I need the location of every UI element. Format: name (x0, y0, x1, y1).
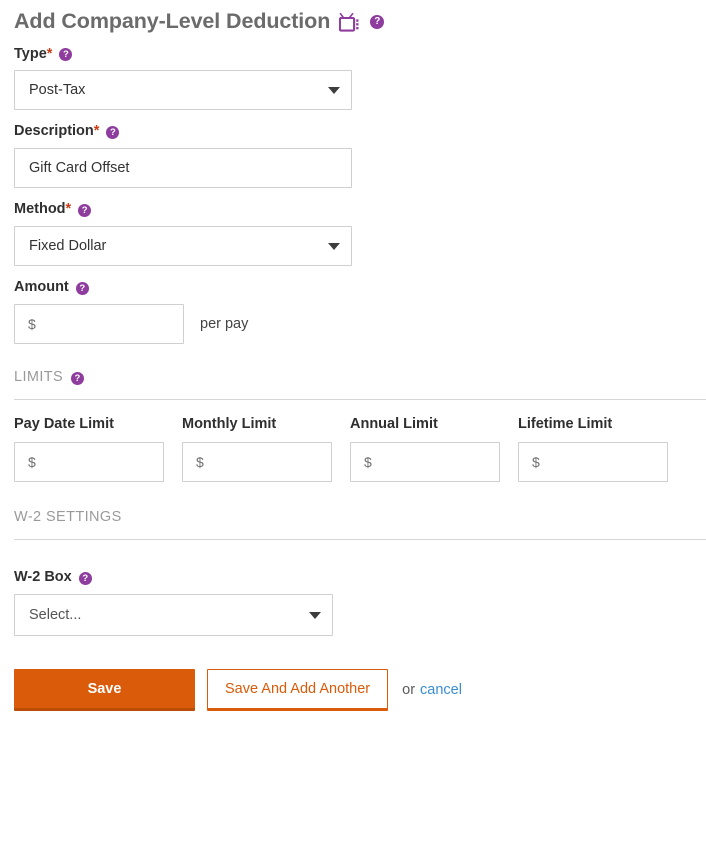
limits-section-header: LIMITS ? (14, 370, 706, 386)
w2-settings-section: W-2 SETTINGS W-2 Box ? Select... (14, 510, 706, 636)
type-help-icon[interactable]: ? (59, 48, 72, 61)
annual-limit-input[interactable]: $ (350, 442, 500, 482)
type-label: Type* ? (14, 47, 706, 63)
description-input-value: Gift Card Offset (29, 161, 129, 176)
or-label: or (402, 682, 415, 698)
monthly-limit-input[interactable]: $ (182, 442, 332, 482)
annual-limit-currency-symbol: $ (364, 454, 372, 470)
annual-limit-label: Annual Limit (350, 417, 500, 433)
method-label: Method* ? (14, 202, 706, 218)
amount-input[interactable]: $ (14, 304, 184, 344)
w2-divider (14, 539, 706, 540)
save-button[interactable]: Save (14, 669, 195, 711)
w2-box-help-icon[interactable]: ? (79, 572, 92, 585)
w2-box-select[interactable]: Select... (14, 594, 333, 636)
save-and-add-another-button[interactable]: Save And Add Another (207, 669, 388, 711)
chevron-down-icon (309, 612, 321, 619)
limit-field-lifetime: Lifetime Limit $ (518, 417, 668, 482)
field-amount: Amount ? $ per pay (14, 280, 706, 344)
pay-date-limit-currency-symbol: $ (28, 454, 36, 470)
type-select-value: Post-Tax (29, 83, 85, 98)
limits-section-title: LIMITS (14, 370, 63, 386)
form-actions: Save Save And Add Another or cancel (14, 669, 706, 711)
limits-section: LIMITS ? Pay Date Limit $ Monthly Limit … (14, 370, 706, 482)
type-label-text: Type* (14, 47, 52, 63)
type-select[interactable]: Post-Tax (14, 70, 352, 110)
description-label: Description* ? (14, 124, 706, 140)
description-input[interactable]: Gift Card Offset (14, 148, 352, 188)
w2-box-label: W-2 Box ? (14, 570, 706, 586)
limits-divider (14, 399, 706, 400)
method-help-icon[interactable]: ? (78, 204, 91, 217)
w2-box-label-text: W-2 Box (14, 570, 72, 586)
page-title: Add Company-Level Deduction ? (14, 11, 706, 33)
description-label-text: Description* (14, 124, 99, 140)
field-w2-box: W-2 Box ? Select... (14, 570, 706, 636)
pay-date-limit-input[interactable]: $ (14, 442, 164, 482)
w2-section-title: W-2 SETTINGS (14, 510, 122, 526)
amount-help-icon[interactable]: ? (76, 282, 89, 295)
deduction-form-page: Add Company-Level Deduction ? Type* ? Po… (0, 11, 706, 711)
amount-currency-symbol: $ (28, 316, 36, 332)
description-required-marker: * (94, 123, 100, 139)
description-help-icon[interactable]: ? (106, 126, 119, 139)
limit-field-pay-date: Pay Date Limit $ (14, 417, 164, 482)
method-required-marker: * (66, 201, 72, 217)
lifetime-limit-currency-symbol: $ (532, 454, 540, 470)
method-label-text: Method* (14, 202, 71, 218)
w2-box-select-value: Select... (29, 608, 81, 623)
lifetime-limit-label: Lifetime Limit (518, 417, 668, 433)
lifetime-limit-input[interactable]: $ (518, 442, 668, 482)
cancel-link[interactable]: cancel (420, 682, 462, 698)
method-select[interactable]: Fixed Dollar (14, 226, 352, 266)
amount-label: Amount ? (14, 280, 706, 296)
amount-label-text: Amount (14, 280, 69, 296)
field-method: Method* ? Fixed Dollar (14, 202, 706, 266)
pay-date-limit-label: Pay Date Limit (14, 417, 164, 433)
w2-section-header: W-2 SETTINGS (14, 510, 706, 526)
amount-suffix-label: per pay (200, 316, 248, 332)
page-title-help-icon[interactable]: ? (370, 15, 384, 29)
field-type: Type* ? Post-Tax (14, 47, 706, 111)
type-required-marker: * (47, 46, 53, 62)
monthly-limit-label: Monthly Limit (182, 417, 332, 433)
limit-field-annual: Annual Limit $ (350, 417, 500, 482)
chevron-down-icon (328, 243, 340, 250)
tv-icon[interactable] (339, 13, 361, 32)
amount-row: $ per pay (14, 304, 706, 344)
chevron-down-icon (328, 87, 340, 94)
page-title-text: Add Company-Level Deduction (14, 11, 330, 33)
limit-field-monthly: Monthly Limit $ (182, 417, 332, 482)
method-select-value: Fixed Dollar (29, 239, 106, 254)
limits-grid: Pay Date Limit $ Monthly Limit $ Annual … (14, 417, 706, 482)
field-description: Description* ? Gift Card Offset (14, 124, 706, 188)
monthly-limit-currency-symbol: $ (196, 454, 204, 470)
limits-help-icon[interactable]: ? (71, 372, 84, 385)
